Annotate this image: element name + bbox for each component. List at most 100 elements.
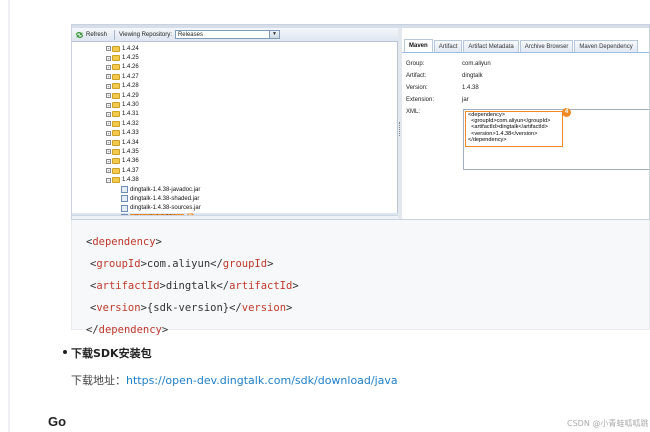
xml-label: XML: <box>406 109 421 115</box>
tree-item-version[interactable]: +1.4.29 <box>72 91 398 100</box>
tree-item-label: dingtalk-1.4.38-javadoc.jar <box>130 186 201 193</box>
tree-item-label: 1.4.25 <box>122 55 139 62</box>
tree-item-label: 1.4.35 <box>122 148 139 155</box>
tab-artifact-metadata[interactable]: Artifact Metadata <box>463 40 519 52</box>
expand-icon[interactable]: + <box>106 111 111 117</box>
expand-icon[interactable]: + <box>106 168 111 174</box>
artifact-value: dingtalk <box>462 73 483 79</box>
tree-item-version[interactable]: +1.4.33 <box>72 129 398 138</box>
folder-icon <box>112 120 120 127</box>
code-value: com.aliyun <box>146 258 211 270</box>
toolbar-separator <box>114 29 116 40</box>
code-tag: version <box>96 302 141 314</box>
tree-item-label: 1.4.36 <box>122 158 139 165</box>
expand-icon[interactable]: + <box>106 121 111 127</box>
folder-icon <box>112 139 120 146</box>
code-value: dingtalk <box>165 280 217 292</box>
expand-icon[interactable]: + <box>106 55 111 61</box>
expand-icon[interactable]: + <box>106 149 111 155</box>
code-line-open: <dependency> <box>86 236 162 248</box>
expand-icon[interactable]: + <box>106 64 111 70</box>
nexus-screenshot: Refresh Viewing Repository: Releases ▼ +… <box>71 24 650 220</box>
list-item: 下载SDK安装包 <box>71 347 152 360</box>
repository-tree-pane: Refresh Viewing Repository: Releases ▼ +… <box>72 28 398 219</box>
tree-item-version[interactable]: +1.4.30 <box>72 100 398 109</box>
tree-item-label: 1.4.32 <box>122 120 139 127</box>
tree-item-version[interactable]: +1.4.27 <box>72 72 398 81</box>
page: Refresh Viewing Repository: Releases ▼ +… <box>0 0 650 432</box>
tree-item-label: 1.4.24 <box>122 45 139 52</box>
code-tag: artifactId <box>96 280 160 292</box>
expand-icon[interactable]: + <box>106 140 111 146</box>
download-line: 下载地址：https://open-dev.dingtalk.com/sdk/d… <box>71 372 398 388</box>
tree-item-version[interactable]: +1.4.31 <box>72 110 398 119</box>
tab-maven[interactable]: Maven <box>404 39 433 52</box>
expand-icon[interactable]: + <box>106 130 111 136</box>
repository-select[interactable]: Releases ▼ <box>174 30 280 39</box>
tree-item-label: 1.4.30 <box>122 102 139 109</box>
code-tag: groupId <box>96 258 141 270</box>
code-tag: artifactId <box>229 280 293 292</box>
tree-item-file[interactable]: dingtalk-1.4.38-shaded.jar <box>72 194 398 203</box>
tree-item-version[interactable]: +1.4.25 <box>72 53 398 62</box>
artifact-tree: +1.4.24 +1.4.25 +1.4.26 +1.4.27 +1.4.28 +1.4.… <box>72 44 398 219</box>
expand-icon[interactable]: + <box>106 102 111 108</box>
tree-item-version[interactable]: +1.4.35 <box>72 147 398 156</box>
expand-icon[interactable]: + <box>106 83 111 89</box>
tree-item-version[interactable]: +1.4.24 <box>72 44 398 53</box>
tree-item-file[interactable]: dingtalk-1.4.38-javadoc.jar <box>72 185 398 194</box>
tree-item-version[interactable]: +1.4.26 <box>72 63 398 72</box>
expand-icon[interactable]: − <box>106 177 111 183</box>
code-line-group: <groupId>com.aliyun</groupId> <box>90 258 274 270</box>
code-tag: version <box>241 302 287 314</box>
tab-artifact[interactable]: Artifact <box>433 40 463 52</box>
code-line-artifact: <artifactId>dingtalk</artifactId> <box>90 280 299 292</box>
jar-file-icon <box>121 204 128 212</box>
tree-item-label: 1.4.38 <box>122 177 139 184</box>
list-bullet <box>63 350 67 354</box>
folder-icon <box>112 83 120 90</box>
repository-select-value: Releases <box>177 31 203 38</box>
left-divider <box>8 0 10 432</box>
artifact-label: Artifact: <box>406 73 427 79</box>
chevron-down-icon[interactable]: ▼ <box>268 31 279 38</box>
tree-item-label: 1.4.26 <box>122 64 139 71</box>
extension-value: jar <box>462 97 469 103</box>
folder-icon <box>112 130 120 137</box>
expand-icon[interactable]: + <box>106 158 111 164</box>
expand-icon[interactable]: + <box>106 46 111 52</box>
tab-maven-dependency[interactable]: Maven Dependency <box>574 40 638 52</box>
tree-item-version[interactable]: +1.4.34 <box>72 138 398 147</box>
folder-icon <box>112 64 120 71</box>
folder-icon <box>112 102 120 109</box>
expand-icon[interactable]: + <box>106 74 111 80</box>
splitter-grip[interactable] <box>399 122 401 136</box>
tree-item-label: 1.4.29 <box>122 92 139 99</box>
folder-icon <box>112 167 120 174</box>
tab-archive-browser[interactable]: Archive Browser <box>519 40 574 52</box>
tree-item-label: 1.4.27 <box>122 73 139 80</box>
section-heading: Go <box>48 414 67 429</box>
extension-label: Extension: <box>406 97 435 103</box>
expand-icon[interactable]: + <box>106 93 111 99</box>
tree-item-version[interactable]: − 1.4.38 <box>72 175 398 184</box>
tree-item-label: 1.4.34 <box>122 139 139 146</box>
code-tag: dependency <box>92 236 156 248</box>
refresh-button[interactable]: Refresh <box>72 28 111 42</box>
download-link[interactable]: https://open-dev.dingtalk.com/sdk/downlo… <box>126 374 398 387</box>
version-label: Version: <box>406 85 428 91</box>
tree-item-version[interactable]: +1.4.32 <box>72 119 398 128</box>
tree-item-version[interactable]: +1.4.28 <box>72 82 398 91</box>
xml-textarea[interactable]: <dependency> <groupId>com.aliyun</groupI… <box>463 108 649 170</box>
tree-item-version[interactable]: +1.4.37 <box>72 166 398 175</box>
tree-item-version[interactable]: +1.4.36 <box>72 157 398 166</box>
code-tag: dependency <box>98 324 162 336</box>
code-line-close: </dependency> <box>86 324 169 336</box>
code-block: <dependency> <groupId>com.aliyun</groupI… <box>71 220 650 336</box>
tree-item-file[interactable]: dingtalk-1.4.38-sources.jar <box>72 204 398 213</box>
extension-row: Extension: jar <box>406 94 649 106</box>
folder-icon <box>112 148 120 155</box>
code-tag: groupId <box>222 258 268 270</box>
group-value: com.aliyun <box>462 61 491 67</box>
folder-icon <box>112 158 120 165</box>
